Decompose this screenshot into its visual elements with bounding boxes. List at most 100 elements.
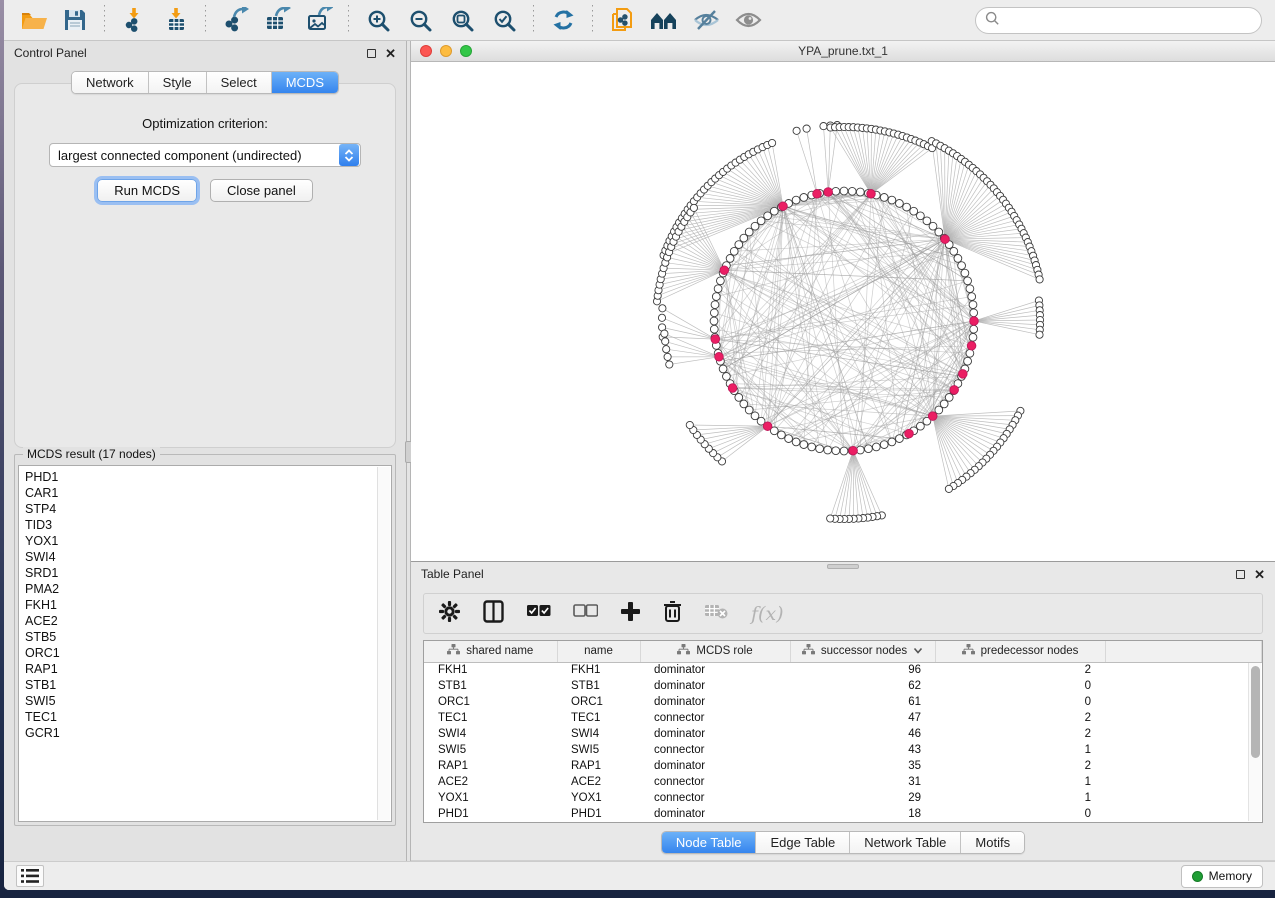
table-cell: ORC1 xyxy=(424,694,557,710)
search-icon xyxy=(985,11,1000,31)
tab-mcds[interactable]: MCDS xyxy=(272,72,338,93)
table-row[interactable]: ORC1ORC1dominator610 xyxy=(424,694,1262,710)
search-box[interactable] xyxy=(975,7,1262,34)
export-table-button[interactable] xyxy=(256,3,298,37)
table-row[interactable]: RAP1RAP1dominator352 xyxy=(424,758,1262,774)
zoom-fit-button[interactable] xyxy=(441,3,483,37)
tab-network[interactable]: Network xyxy=(72,72,149,93)
table-row[interactable]: TEC1TEC1connector472 xyxy=(424,710,1262,726)
tab-select[interactable]: Select xyxy=(207,72,272,93)
column-header-successor-nodes[interactable]: successor nodes xyxy=(790,641,935,662)
mcds-result-item[interactable]: RAP1 xyxy=(25,661,391,677)
function-builder-button[interactable]: f(x) xyxy=(751,603,784,625)
mcds-result-item[interactable]: PHD1 xyxy=(25,469,391,485)
mcds-result-item[interactable]: SWI5 xyxy=(25,693,391,709)
apply-layout-button[interactable] xyxy=(542,3,584,37)
deselect-all-button[interactable] xyxy=(573,604,598,623)
tab-node-table[interactable]: Node Table xyxy=(662,832,757,853)
close-panel-button[interactable]: Close panel xyxy=(210,179,313,202)
mcds-result-item[interactable]: STB5 xyxy=(25,629,391,645)
column-label: predecessor nodes xyxy=(981,645,1079,657)
task-history-button[interactable] xyxy=(16,865,44,887)
table-mode-gear-button[interactable] xyxy=(438,600,461,628)
close-table-panel-icon[interactable]: ✕ xyxy=(1254,568,1265,581)
mcds-result-item[interactable]: CAR1 xyxy=(25,485,391,501)
mcds-result-item[interactable]: FKH1 xyxy=(25,597,391,613)
node-table[interactable]: shared namenameMCDS rolesuccessor nodes p… xyxy=(423,640,1263,823)
table-row[interactable]: ACE2ACE2connector311 xyxy=(424,774,1262,790)
select-all-button[interactable] xyxy=(526,604,551,623)
add-column-button[interactable] xyxy=(620,601,641,627)
table-cell-filler xyxy=(1105,758,1262,774)
table-row[interactable]: PHD1PHD1dominator180 xyxy=(424,806,1262,822)
table-panel: Table Panel ✕ f(x) shared namenameMCDS r… xyxy=(411,562,1275,861)
open-session-button[interactable] xyxy=(12,3,54,37)
delete-columns-button[interactable] xyxy=(663,600,682,628)
criterion-select[interactable]: largest connected component (undirected) xyxy=(49,143,361,167)
column-header-name[interactable]: name xyxy=(557,641,640,662)
zoom-in-button[interactable] xyxy=(357,3,399,37)
network-window-title: YPA_prune.txt_1 xyxy=(411,44,1275,58)
column-header-predecessor-nodes[interactable]: predecessor nodes xyxy=(935,641,1105,662)
tab-network-table[interactable]: Network Table xyxy=(850,832,961,853)
float-panel-icon[interactable] xyxy=(367,49,376,58)
table-scrollbar-thumb[interactable] xyxy=(1251,666,1260,758)
mcds-result-item[interactable]: ACE2 xyxy=(25,613,391,629)
import-network-button[interactable] xyxy=(113,3,155,37)
mcds-result-item[interactable]: ORC1 xyxy=(25,645,391,661)
mcds-result-list[interactable]: PHD1CAR1STP4TID3YOX1SWI4SRD1PMA2FKH1ACE2… xyxy=(18,465,392,822)
table-scrollbar[interactable] xyxy=(1248,663,1261,821)
show-all-button[interactable] xyxy=(727,3,769,37)
table-cell: dominator xyxy=(640,758,790,774)
mcds-result-item[interactable]: SRD1 xyxy=(25,565,391,581)
table-cell: 2 xyxy=(935,662,1105,678)
table-mode-gear-icon xyxy=(438,600,461,628)
table-cell-filler xyxy=(1105,790,1262,806)
memory-button[interactable]: Memory xyxy=(1181,865,1263,888)
table-cell: STB1 xyxy=(424,678,557,694)
first-neighbors-button[interactable] xyxy=(643,3,685,37)
tab-style[interactable]: Style xyxy=(149,72,207,93)
export-image-button[interactable] xyxy=(298,3,340,37)
mcds-result-item[interactable]: STP4 xyxy=(25,501,391,517)
network-from-selection-button[interactable] xyxy=(601,3,643,37)
table-cell: 62 xyxy=(790,678,935,694)
float-table-panel-icon[interactable] xyxy=(1236,570,1245,579)
delete-table-button[interactable] xyxy=(704,602,729,625)
zoom-selected-button[interactable] xyxy=(483,3,525,37)
table-cell: FKH1 xyxy=(557,662,640,678)
network-canvas[interactable] xyxy=(411,62,1275,561)
save-session-button[interactable] xyxy=(54,3,96,37)
table-row[interactable]: SWI5SWI5connector431 xyxy=(424,742,1262,758)
zoom-out-button[interactable] xyxy=(399,3,441,37)
hide-selected-button[interactable] xyxy=(685,3,727,37)
table-row[interactable]: FKH1FKH1dominator962 xyxy=(424,662,1262,678)
mcds-result-item[interactable]: SWI4 xyxy=(25,549,391,565)
table-cell: ORC1 xyxy=(557,694,640,710)
table-row[interactable]: STB1STB1dominator620 xyxy=(424,678,1262,694)
table-cell: 18 xyxy=(790,806,935,822)
mcds-result-item[interactable]: TEC1 xyxy=(25,709,391,725)
table-row[interactable]: SWI4SWI4dominator462 xyxy=(424,726,1262,742)
mcds-list-scrollbar[interactable] xyxy=(377,467,390,820)
mcds-result-item[interactable]: YOX1 xyxy=(25,533,391,549)
column-header-MCDS-role[interactable]: MCDS role xyxy=(640,641,790,662)
tab-motifs[interactable]: Motifs xyxy=(961,832,1024,853)
show-columns-button[interactable] xyxy=(483,600,504,628)
mcds-result-item[interactable]: GCR1 xyxy=(25,725,391,741)
search-input[interactable] xyxy=(1006,14,1252,28)
horizontal-splitter-grip[interactable] xyxy=(827,564,859,569)
table-cell: YOX1 xyxy=(557,790,640,806)
toolbar-separator xyxy=(592,5,593,35)
export-network-button[interactable] xyxy=(214,3,256,37)
tab-edge-table[interactable]: Edge Table xyxy=(756,832,850,853)
table-row[interactable]: YOX1YOX1connector291 xyxy=(424,790,1262,806)
mcds-result-item[interactable]: TID3 xyxy=(25,517,391,533)
mcds-result-item[interactable]: STB1 xyxy=(25,677,391,693)
close-panel-icon[interactable]: ✕ xyxy=(385,47,396,60)
mcds-result-item[interactable]: PMA2 xyxy=(25,581,391,597)
import-table-button[interactable] xyxy=(155,3,197,37)
table-cell: 31 xyxy=(790,774,935,790)
run-mcds-button[interactable]: Run MCDS xyxy=(97,179,197,202)
column-header-shared-name[interactable]: shared name xyxy=(424,641,557,662)
